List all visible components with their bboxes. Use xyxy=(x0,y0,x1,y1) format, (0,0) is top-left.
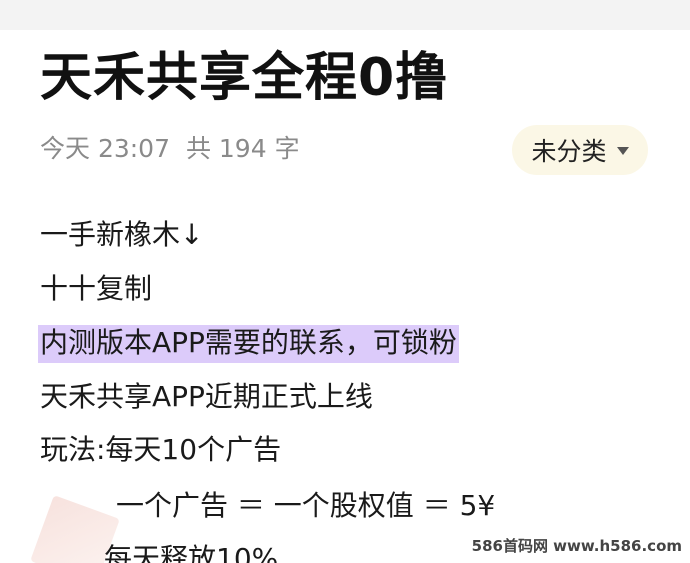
note-line[interactable]: 一手新橡木↓ xyxy=(40,221,203,249)
category-label: 未分类 xyxy=(531,137,607,166)
note-date: 今天 23:07 xyxy=(40,134,170,163)
note-line[interactable]: 天禾共享APP近期正式上线 xyxy=(40,383,373,411)
category-dropdown[interactable]: 未分类 xyxy=(512,125,648,175)
note-title[interactable]: 天禾共享全程0撸 xyxy=(40,52,448,104)
caret-down-icon xyxy=(616,147,629,155)
note-line[interactable]: 每天释放10% xyxy=(104,545,278,563)
note-line-highlighted[interactable]: 内测版本APP需要的联系，可锁粉 xyxy=(38,325,459,363)
note-line[interactable]: 十十复制 xyxy=(40,275,152,303)
note-page: 天禾共享全程0撸 今天 23:07 共 194 字 未分类 一手新橡木↓ 十十复… xyxy=(0,0,690,563)
note-meta: 今天 23:07 共 194 字 xyxy=(40,136,308,161)
note-line[interactable]: 一个广告 ＝ 一个股权值 ＝ 5¥ xyxy=(116,492,495,520)
top-bar xyxy=(0,0,690,30)
site-watermark: 586首码网 www.h586.com xyxy=(467,534,686,557)
note-word-count: 共 194 字 xyxy=(185,134,300,163)
note-line[interactable]: 玩法:每天10个广告 xyxy=(40,436,281,464)
